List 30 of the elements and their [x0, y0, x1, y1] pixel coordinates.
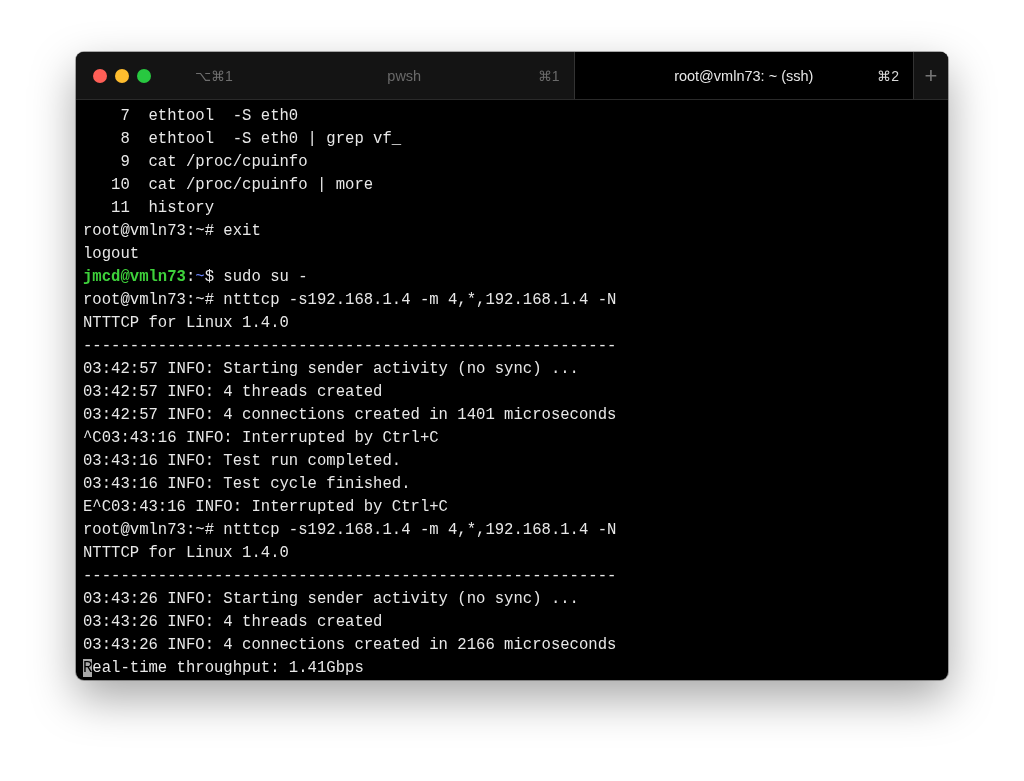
- terminal-line: 03:43:16 INFO: Test run completed.: [83, 451, 403, 472]
- close-icon[interactable]: [93, 68, 107, 83]
- maximize-icon[interactable]: [137, 68, 151, 83]
- terminal-line: 8 ethtool -S eth0 | grep vf_: [119, 129, 403, 150]
- prompt-line: jmcd@vmln73:~$ sudo su -: [83, 267, 309, 288]
- terminal-line: logout: [83, 244, 141, 265]
- window-shortcut: ⌥⌘1: [195, 67, 234, 84]
- terminal-line: 9 cat /proc/cpuinfo: [119, 152, 309, 173]
- terminal-line: root@vmln73:~# ntttcp -s192.168.1.4 -m 4,*,192.168.1.4 -N: [83, 290, 618, 311]
- terminal-line: 03:43:26 INFO: 4 threads created: [83, 612, 384, 633]
- terminal-line: 03:43:26 INFO: Starting sender activity (no sync) ...: [83, 589, 580, 610]
- terminal-line: 03:43:16 INFO: Test cycle finished.: [83, 474, 412, 495]
- terminal-line: ---------------------------------------------------------: [83, 336, 618, 357]
- terminal-line: E^C03:43:16 INFO: Interrupted by Ctrl+C: [83, 497, 449, 518]
- terminal-line: 03:42:57 INFO: 4 threads created: [83, 382, 384, 403]
- terminal-line: ^C03:43:16 INFO: Interrupted by Ctrl+C: [83, 428, 440, 449]
- terminal-line: 10 cat /proc/cpuinfo | more: [110, 175, 375, 196]
- terminal-line: 03:43:26 INFO: 4 connections created in 2166 microseconds: [83, 635, 618, 656]
- terminal-line: Real-time throughput: 1.41Gbps: [83, 658, 365, 679]
- tab[interactable]: root@vmln73: ~ (ssh) ⌘2: [574, 52, 914, 99]
- terminal-line: 11 history: [110, 198, 215, 219]
- minimize-icon[interactable]: [115, 68, 129, 83]
- terminal-line: root@vmln73:~# exit: [83, 221, 262, 242]
- terminal-line: NTTTCP for Linux 1.4.0: [83, 543, 290, 564]
- terminal-line: 03:42:57 INFO: Starting sender activity (no sync) ...: [83, 359, 580, 380]
- terminal-line: 03:42:57 INFO: 4 connections created in 1401 microseconds: [83, 405, 618, 426]
- terminal-line: NTTTCP for Linux 1.4.0: [83, 313, 290, 334]
- terminal-line: 7 ethtool -S eth0: [119, 106, 300, 127]
- terminal-line: ---------------------------------------------------------: [83, 566, 618, 587]
- terminal-line: root@vmln73:~# ntttcp -s192.168.1.4 -m 4,*,192.168.1.4 -N: [83, 520, 618, 541]
